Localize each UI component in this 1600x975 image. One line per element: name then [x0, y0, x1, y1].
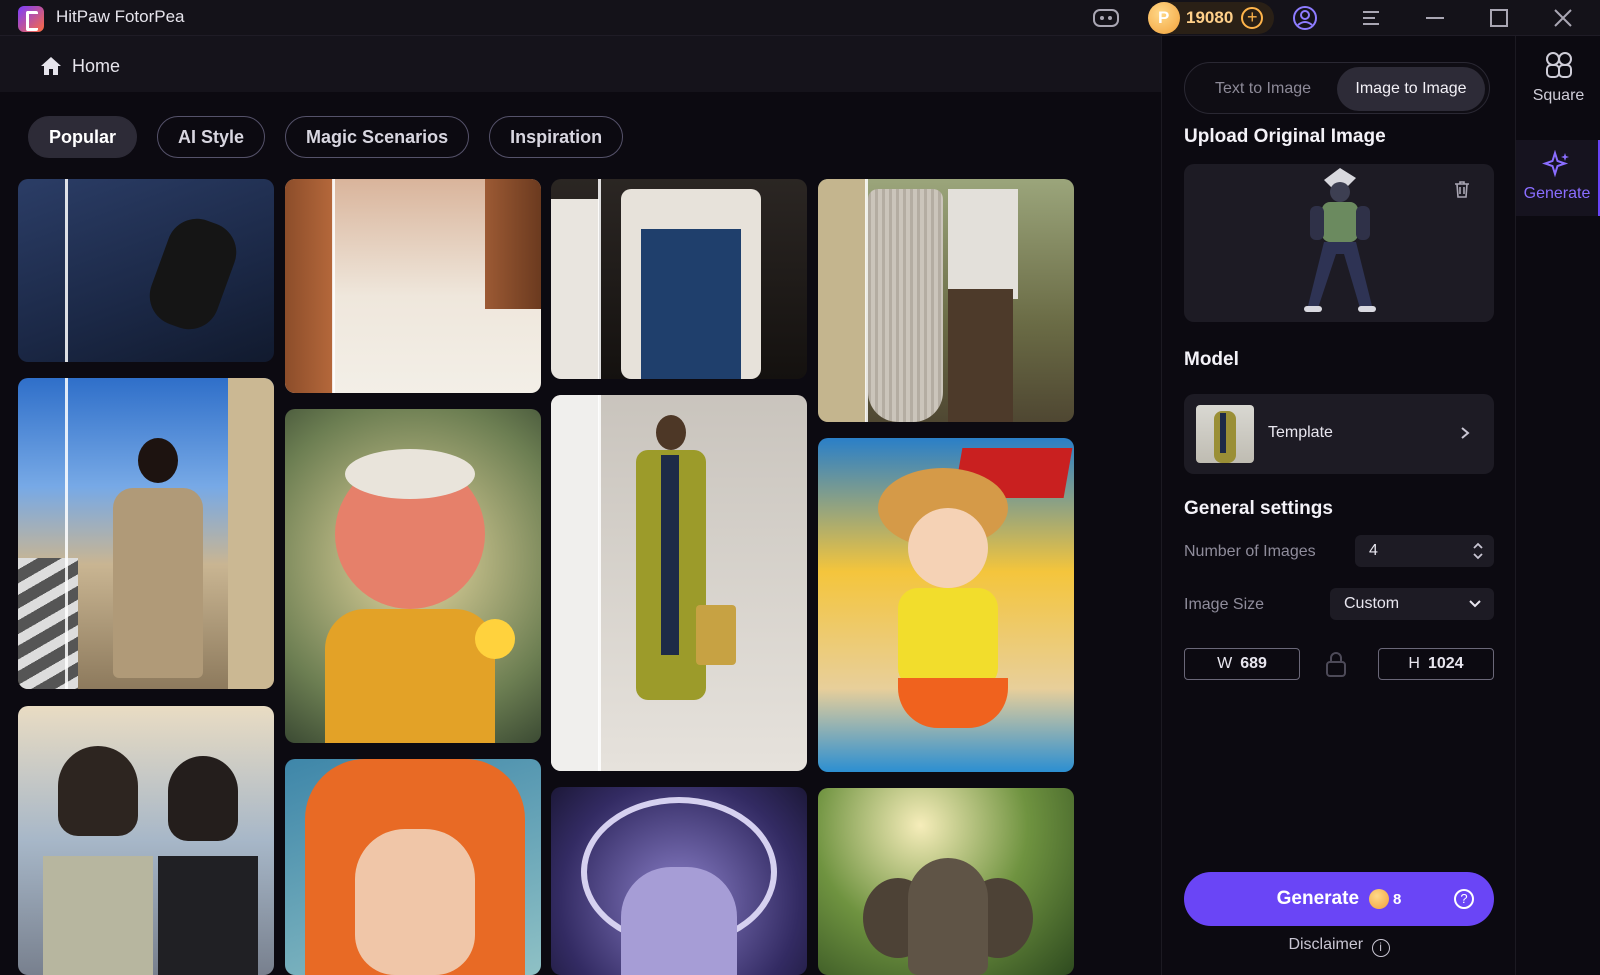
gallery-image[interactable]	[551, 787, 807, 975]
generate-cost: 8	[1393, 890, 1402, 908]
model-thumbnail	[1196, 405, 1254, 463]
sparkle-icon	[1541, 149, 1569, 178]
mode-switch: Text to Image Image to Image	[1184, 62, 1490, 114]
nav-generate-label: Generate	[1523, 185, 1591, 202]
width-value: 689	[1240, 655, 1267, 672]
model-selector[interactable]: Template	[1184, 394, 1494, 474]
disclaimer-link[interactable]: Disclaimer i	[1184, 936, 1494, 957]
model-name: Template	[1268, 424, 1333, 441]
gallery-image[interactable]	[551, 395, 807, 771]
chip-ai-style[interactable]: AI Style	[157, 116, 266, 158]
general-settings-title: General settings	[1184, 498, 1333, 519]
settings-panel: Text to Image Image to Image Upload Orig…	[1161, 36, 1515, 975]
minimize-icon[interactable]	[1420, 3, 1450, 33]
number-of-images-label: Number of Images	[1184, 543, 1316, 560]
compare-divider[interactable]	[598, 395, 601, 771]
coin-icon	[1148, 2, 1180, 34]
compare-divider[interactable]	[65, 179, 68, 362]
gallery-image[interactable]	[285, 409, 541, 743]
title-bar: HitPaw FotorPea 19080 +	[0, 0, 1600, 36]
number-of-images-stepper[interactable]: 4	[1355, 535, 1494, 567]
home-bar: Home	[0, 36, 1161, 92]
account-icon[interactable]	[1290, 3, 1320, 33]
menu-icon[interactable]	[1356, 3, 1386, 33]
gallery-image[interactable]	[18, 179, 274, 362]
delete-icon[interactable]	[1454, 180, 1470, 198]
compare-divider[interactable]	[865, 179, 868, 422]
discord-icon[interactable]	[1090, 3, 1122, 33]
close-icon[interactable]	[1548, 3, 1578, 33]
model-title: Model	[1184, 349, 1239, 370]
tab-image-to-image[interactable]: Image to Image	[1337, 67, 1485, 111]
uploaded-image	[1304, 168, 1376, 312]
add-credits-icon[interactable]: +	[1241, 7, 1264, 29]
width-input[interactable]: W 689	[1184, 648, 1300, 680]
home-icon[interactable]	[40, 56, 62, 76]
gallery-image[interactable]	[18, 378, 274, 689]
home-link[interactable]: Home	[72, 56, 120, 77]
tab-text-to-image[interactable]: Text to Image	[1191, 67, 1335, 111]
credits-count: 19080	[1186, 8, 1234, 27]
height-input[interactable]: H 1024	[1378, 648, 1494, 680]
help-icon[interactable]: ?	[1454, 889, 1474, 909]
info-icon: i	[1371, 939, 1390, 957]
number-of-images-value: 4	[1369, 542, 1378, 559]
square-grid-icon	[1545, 52, 1572, 78]
maximize-icon[interactable]	[1484, 3, 1514, 33]
nav-generate[interactable]: Generate	[1516, 140, 1600, 216]
compare-divider[interactable]	[332, 179, 335, 393]
compare-divider[interactable]	[598, 179, 601, 379]
coin-icon	[1369, 889, 1390, 909]
nav-square[interactable]: Square	[1516, 50, 1600, 105]
generate-label: Generate	[1276, 888, 1360, 909]
height-label: H	[1408, 655, 1420, 672]
app-logo-icon	[18, 6, 44, 32]
disclaimer-label: Disclaimer	[1288, 936, 1364, 953]
side-nav: Square Generate	[1515, 36, 1600, 975]
chip-magic-scenarios[interactable]: Magic Scenarios	[285, 116, 470, 158]
chevron-right-icon	[1461, 427, 1470, 439]
stepper-arrows-icon[interactable]	[1472, 541, 1484, 561]
image-size-label: Image Size	[1184, 596, 1265, 613]
height-value: 1024	[1427, 655, 1464, 672]
image-size-value: Custom	[1344, 595, 1400, 612]
compare-divider[interactable]	[65, 378, 68, 689]
nav-square-label: Square	[1532, 87, 1585, 104]
chevron-down-icon	[1469, 600, 1481, 608]
credits-pill[interactable]: 19080 +	[1148, 2, 1274, 34]
app-title: HitPaw FotorPea	[56, 7, 185, 26]
upload-preview[interactable]	[1184, 164, 1494, 322]
gallery-image[interactable]	[18, 706, 274, 975]
gallery-image[interactable]	[551, 179, 807, 379]
category-chips: Popular AI Style Magic Scenarios Inspira…	[28, 116, 643, 158]
gallery-image[interactable]	[818, 438, 1074, 772]
image-grid	[18, 179, 1118, 975]
gallery-image[interactable]	[818, 788, 1074, 975]
gallery-image[interactable]	[818, 179, 1074, 422]
gallery-area: Home Popular AI Style Magic Scenarios In…	[0, 36, 1161, 975]
gallery-image[interactable]	[285, 179, 541, 393]
image-size-select[interactable]: Custom	[1330, 588, 1494, 620]
lock-icon[interactable]	[1324, 650, 1348, 678]
upload-title: Upload Original Image	[1184, 126, 1386, 147]
chip-inspiration[interactable]: Inspiration	[489, 116, 624, 158]
width-label: W	[1217, 655, 1233, 672]
chip-popular[interactable]: Popular	[28, 116, 138, 158]
generate-button[interactable]: Generate 8 ?	[1184, 872, 1494, 926]
gallery-image[interactable]	[285, 759, 541, 975]
